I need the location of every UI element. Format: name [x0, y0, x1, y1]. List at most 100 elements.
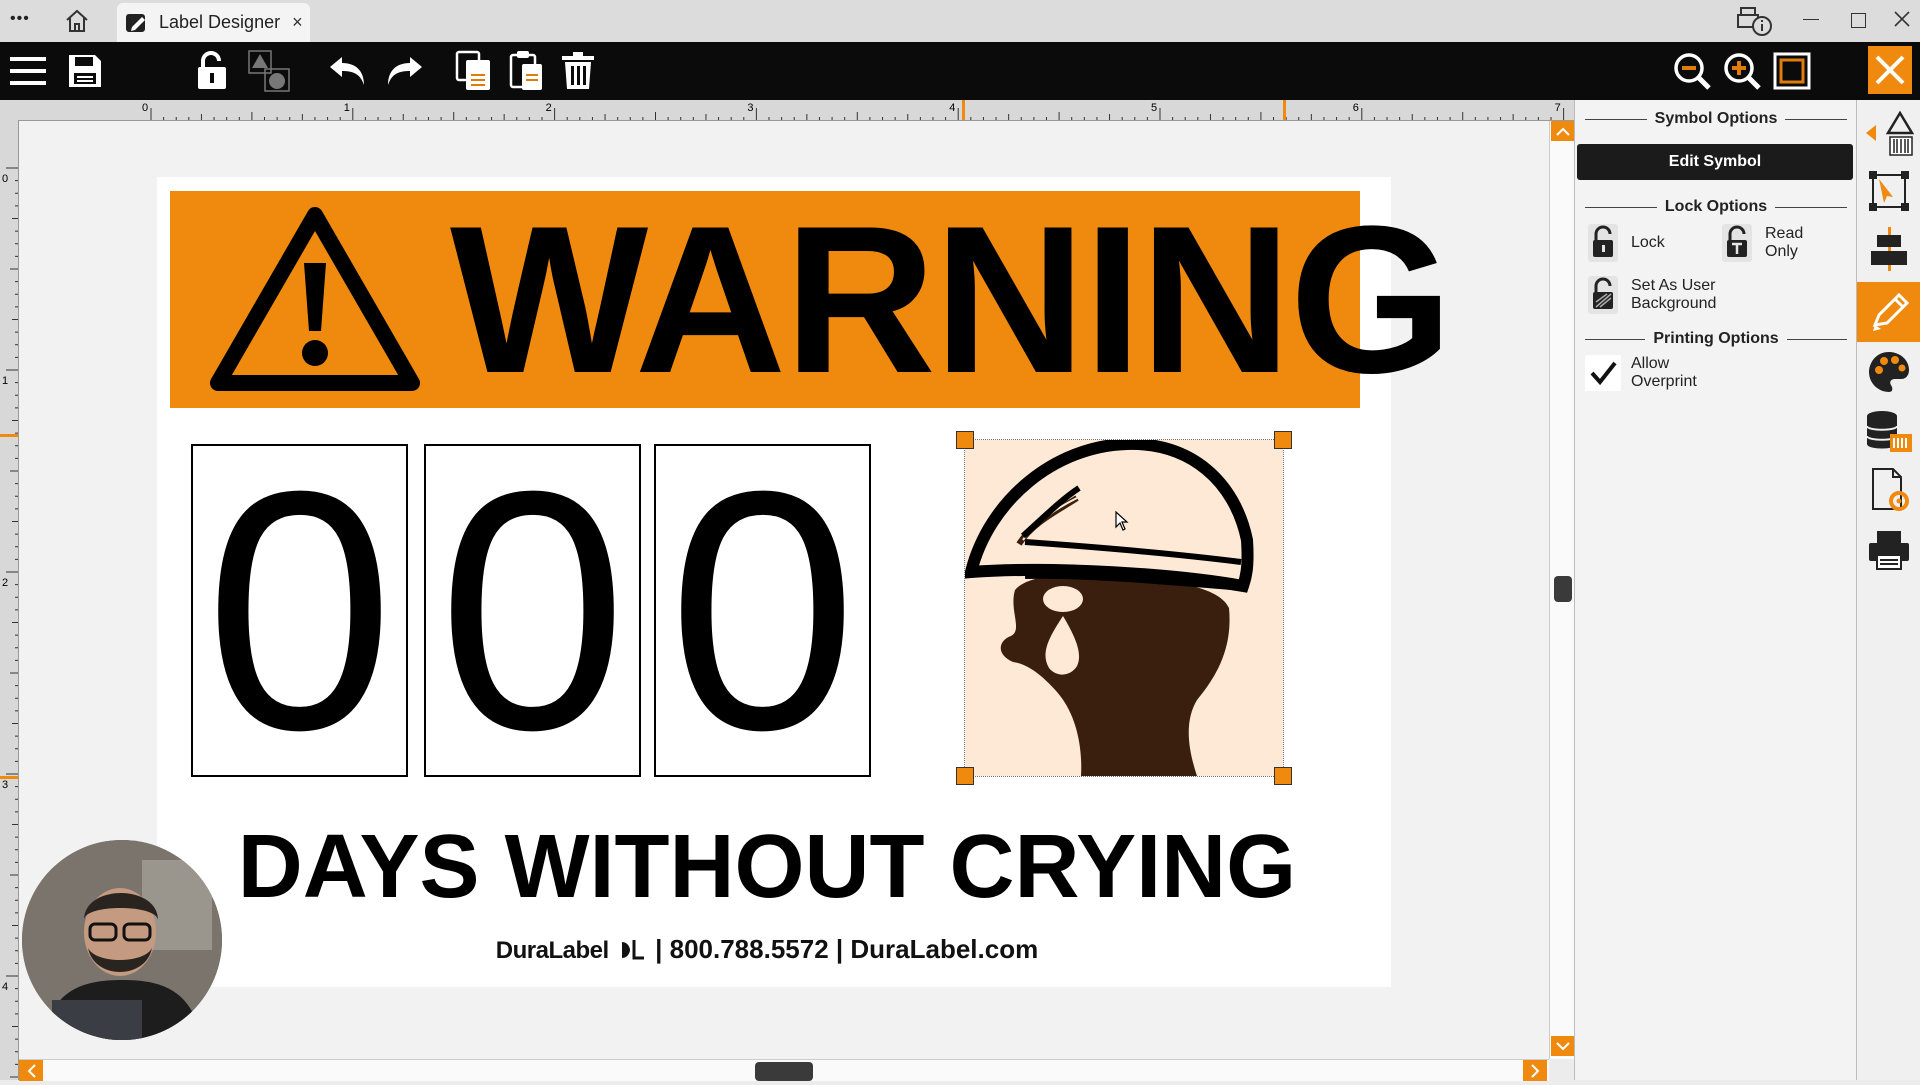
mouse-pointer-icon [1115, 510, 1129, 536]
paste-icon[interactable] [504, 48, 548, 94]
duralabel-logo-icon [620, 936, 646, 967]
vertical-scrollbar[interactable] [1549, 121, 1575, 1059]
tools-sidebar [1856, 100, 1920, 1080]
close-icon[interactable] [1868, 46, 1912, 94]
database-icon[interactable] [1857, 403, 1920, 459]
ruler-number: 6 [1353, 102, 1359, 114]
lock-options-title: Lock Options [1664, 198, 1768, 215]
horizontal-scrollbar[interactable] [19, 1059, 1549, 1081]
zoom-out-icon[interactable] [1670, 48, 1714, 94]
crying-worker-symbol[interactable] [963, 437, 1284, 777]
maximize-button[interactable] [1851, 13, 1866, 28]
tab-close-button[interactable]: × [292, 12, 303, 33]
printing-options-header: Printing Options [1585, 330, 1847, 348]
symbol-options-title: Symbol Options [1654, 110, 1778, 127]
symbol-options-header: Symbol Options [1585, 110, 1847, 128]
checkbox-checked-icon[interactable] [1585, 354, 1621, 392]
counter-digit-1[interactable]: 0 [191, 444, 408, 777]
save-icon[interactable] [64, 48, 106, 94]
allow-overprint-option[interactable]: Allow Overprint [1585, 354, 1697, 392]
printing-options-title: Printing Options [1653, 330, 1779, 347]
warning-triangle-icon[interactable] [206, 201, 424, 402]
label-designer-icon [125, 12, 149, 34]
counter-digit-3[interactable]: 0 [654, 444, 871, 777]
lock-icon[interactable] [192, 48, 232, 94]
tab-title: Label Designer [159, 12, 281, 32]
edit-pencil-icon[interactable] [1857, 282, 1920, 342]
ruler-number: 3 [2, 779, 8, 791]
copy-icon[interactable] [452, 48, 496, 94]
ruler-marker [962, 100, 965, 120]
title-bar: ••• Label Designer × [0, 0, 1920, 42]
resize-handle-top-left[interactable] [956, 431, 974, 449]
ruler-number: 0 [142, 102, 148, 114]
window-close-button[interactable] [1893, 10, 1911, 33]
set-background-option[interactable]: Set As User Background [1585, 276, 1716, 314]
warning-text[interactable]: WARNING [450, 195, 1453, 405]
redo-icon[interactable] [382, 48, 426, 94]
lock-open-icon [1585, 224, 1621, 262]
scroll-left-icon[interactable] [19, 1060, 43, 1081]
edit-symbol-button[interactable]: Edit Symbol [1577, 144, 1853, 180]
allow-overprint-label: Allow Overprint [1631, 355, 1697, 390]
set-background-label: Set As User Background [1631, 277, 1717, 312]
digit-value: 0 [204, 444, 395, 777]
resize-handle-bottom-right[interactable] [1274, 767, 1292, 785]
footer-contact[interactable]: DuraLabel | 800.788.5572 | DuraLabel.com [157, 934, 1377, 967]
home-icon[interactable] [64, 9, 90, 38]
vertical-ruler: 0 1 2 3 4 [0, 120, 19, 1080]
printer-info-icon[interactable] [1737, 5, 1773, 42]
symbol-options-panel: Symbol Options Edit Symbol Lock Options … [1574, 100, 1857, 1080]
warning-banner[interactable]: WARNING [170, 191, 1453, 408]
read-only-lock-icon [1719, 224, 1755, 262]
zoom-in-icon[interactable] [1720, 48, 1764, 94]
scroll-down-icon[interactable] [1551, 1036, 1574, 1056]
menu-icon[interactable] [6, 48, 50, 94]
days-without-crying-text[interactable]: DAYS WITHOUT CRYING [157, 817, 1377, 917]
fit-icon[interactable] [1770, 48, 1814, 94]
digit-value: 0 [437, 444, 628, 777]
arrange-icon [244, 48, 294, 94]
read-only-option[interactable]: Read Only [1719, 224, 1803, 262]
print-icon[interactable] [1857, 522, 1920, 578]
label-area[interactable]: WARNING 0 0 0 DAYS WITHOUT CRYING DuraLa… [157, 177, 1453, 987]
minimize-button[interactable] [1803, 19, 1819, 20]
ruler-number: 2 [546, 102, 552, 114]
delete-icon[interactable] [556, 48, 600, 94]
ruler-number: 2 [2, 577, 8, 589]
undo-icon[interactable] [326, 48, 370, 94]
ruler-marker [0, 434, 18, 437]
ruler-number: 1 [344, 102, 350, 114]
resize-handle-bottom-left[interactable] [956, 767, 974, 785]
scroll-right-icon[interactable] [1523, 1060, 1547, 1081]
footer-contact-text: | 800.788.5572 | DuraLabel.com [655, 934, 1039, 964]
lock-options-header: Lock Options [1585, 198, 1847, 216]
design-canvas[interactable]: WARNING 0 0 0 DAYS WITHOUT CRYING DuraLa… [19, 121, 1549, 1059]
ruler-number: 3 [747, 102, 753, 114]
ruler-number: 4 [949, 102, 955, 114]
insert-symbol-icon[interactable] [1857, 105, 1920, 161]
ruler-marker [0, 776, 18, 779]
transform-icon[interactable] [1857, 163, 1920, 219]
align-icon[interactable] [1857, 221, 1920, 277]
palette-icon[interactable] [1857, 344, 1920, 400]
ruler-number: 0 [2, 173, 8, 185]
counter-digit-2[interactable]: 0 [424, 444, 641, 777]
tab-label-designer[interactable]: Label Designer × [117, 3, 310, 42]
horizontal-ruler: 0 1 2 3 4 5 6 7 [0, 100, 1574, 121]
vertical-scroll-thumb[interactable] [1554, 576, 1572, 602]
read-only-label: Read Only [1765, 225, 1804, 260]
horizontal-scroll-thumb[interactable] [755, 1062, 813, 1081]
footer-brand: DuraLabel [495, 937, 609, 964]
digit-value: 0 [667, 444, 858, 777]
main-toolbar [0, 42, 1920, 100]
lock-option[interactable]: Lock [1585, 224, 1665, 262]
lock-label: Lock [1631, 234, 1665, 251]
ruler-number: 1 [2, 375, 8, 387]
page-settings-icon[interactable] [1857, 462, 1920, 518]
resize-handle-top-right[interactable] [1274, 431, 1292, 449]
webcam-overlay [22, 840, 222, 1040]
more-menu-button[interactable]: ••• [10, 10, 30, 28]
scroll-up-icon[interactable] [1551, 121, 1574, 141]
ruler-number: 7 [1555, 102, 1561, 114]
